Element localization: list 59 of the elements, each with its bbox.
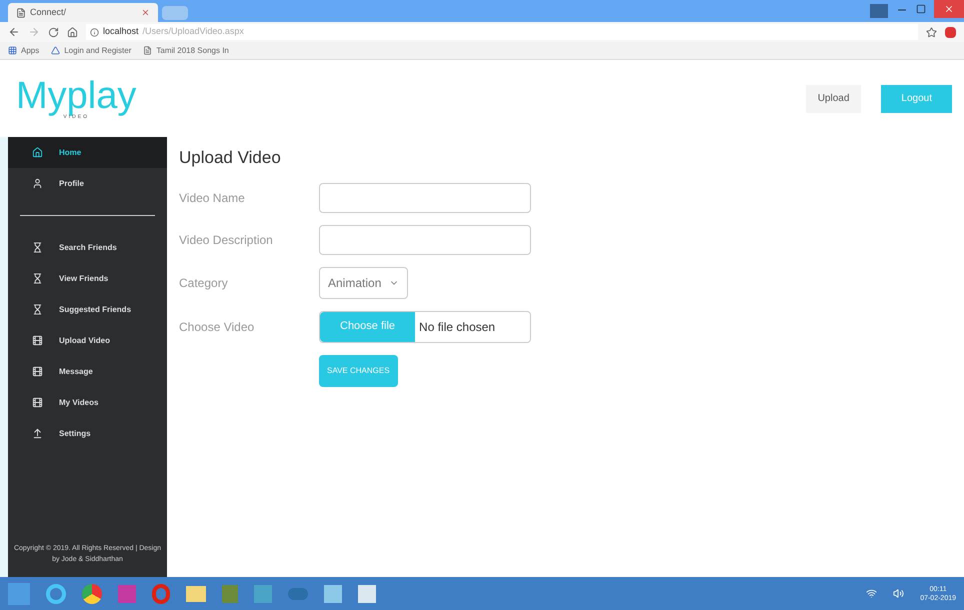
field-label: Category: [179, 274, 229, 292]
sidebar-item[interactable]: Settings: [8, 418, 167, 449]
sidebar-item[interactable]: Upload Video: [8, 325, 167, 356]
triangle-icon: [51, 46, 60, 55]
input-field[interactable]: [319, 182, 531, 212]
person-icon: [32, 178, 43, 189]
reload-icon[interactable]: [48, 26, 59, 38]
field-label: Choose Video: [179, 318, 256, 336]
back-icon[interactable]: [8, 26, 20, 38]
volume-icon[interactable]: [893, 588, 904, 599]
page-icon: [143, 46, 152, 55]
close-icon: [944, 4, 954, 14]
e-icon[interactable]: [46, 584, 66, 604]
forward-icon[interactable]: [28, 26, 40, 38]
close-window-button[interactable]: [934, 0, 964, 18]
bookmark-link[interactable]: Login and Register: [51, 44, 132, 56]
film-icon: [32, 335, 43, 346]
home-icon: [32, 147, 43, 158]
bookmark-link[interactable]: Apps: [8, 44, 40, 56]
extension-icon[interactable]: [945, 26, 956, 38]
info-icon: [90, 28, 99, 36]
page-title: Upload Video: [179, 147, 282, 169]
address-bar[interactable]: localhost /Users/UploadVideo.aspx: [86, 24, 918, 40]
maximize-icon[interactable]: [916, 4, 926, 14]
hourglass-icon: [32, 304, 43, 315]
sidebar-item[interactable]: Suggested Friends: [8, 294, 167, 325]
folder-icon[interactable]: [186, 586, 206, 602]
category-select[interactable]: Animation: [319, 266, 408, 298]
ring-icon[interactable]: [152, 584, 170, 604]
sidebar-item[interactable]: My Videos: [8, 387, 167, 418]
close-icon[interactable]: [141, 8, 150, 17]
tab-title: Connect/: [30, 6, 68, 19]
hourglass-icon: [32, 273, 43, 284]
sidebar-item[interactable]: Search Friends: [8, 232, 167, 263]
field-label: Video Description: [179, 232, 274, 248]
page-icon: [16, 8, 26, 18]
sidebar-item[interactable]: View Friends: [8, 263, 167, 294]
new-tab-button[interactable]: [162, 6, 188, 20]
field-label: Video Name: [179, 190, 246, 206]
sidebar-item[interactable]: Profile: [8, 168, 167, 199]
input-field[interactable]: [319, 224, 531, 254]
network-icon[interactable]: [866, 588, 878, 599]
file-field[interactable]: Choose file No file chosen: [319, 310, 531, 342]
star-icon[interactable]: [926, 26, 937, 38]
eject-icon: [32, 428, 43, 439]
film-icon: [32, 366, 43, 377]
url-host: localhost: [103, 25, 139, 38]
apps-icon: [8, 46, 17, 55]
bookmark-link[interactable]: Tamil 2018 Songs In: [143, 44, 229, 56]
hourglass-icon: [32, 242, 43, 253]
sidebar-item[interactable]: Home: [8, 137, 167, 168]
logo-text: Myplay: [16, 77, 136, 115]
url-path: /Users/UploadVideo.aspx: [142, 25, 244, 38]
browser-tab[interactable]: Connect/: [8, 3, 158, 22]
home-icon[interactable]: [67, 26, 78, 38]
sidebar-item[interactable]: Message: [8, 356, 167, 387]
film-icon: [32, 397, 43, 408]
upload-button[interactable]: Upload: [806, 84, 862, 112]
file-status: No file chosen: [418, 318, 496, 336]
